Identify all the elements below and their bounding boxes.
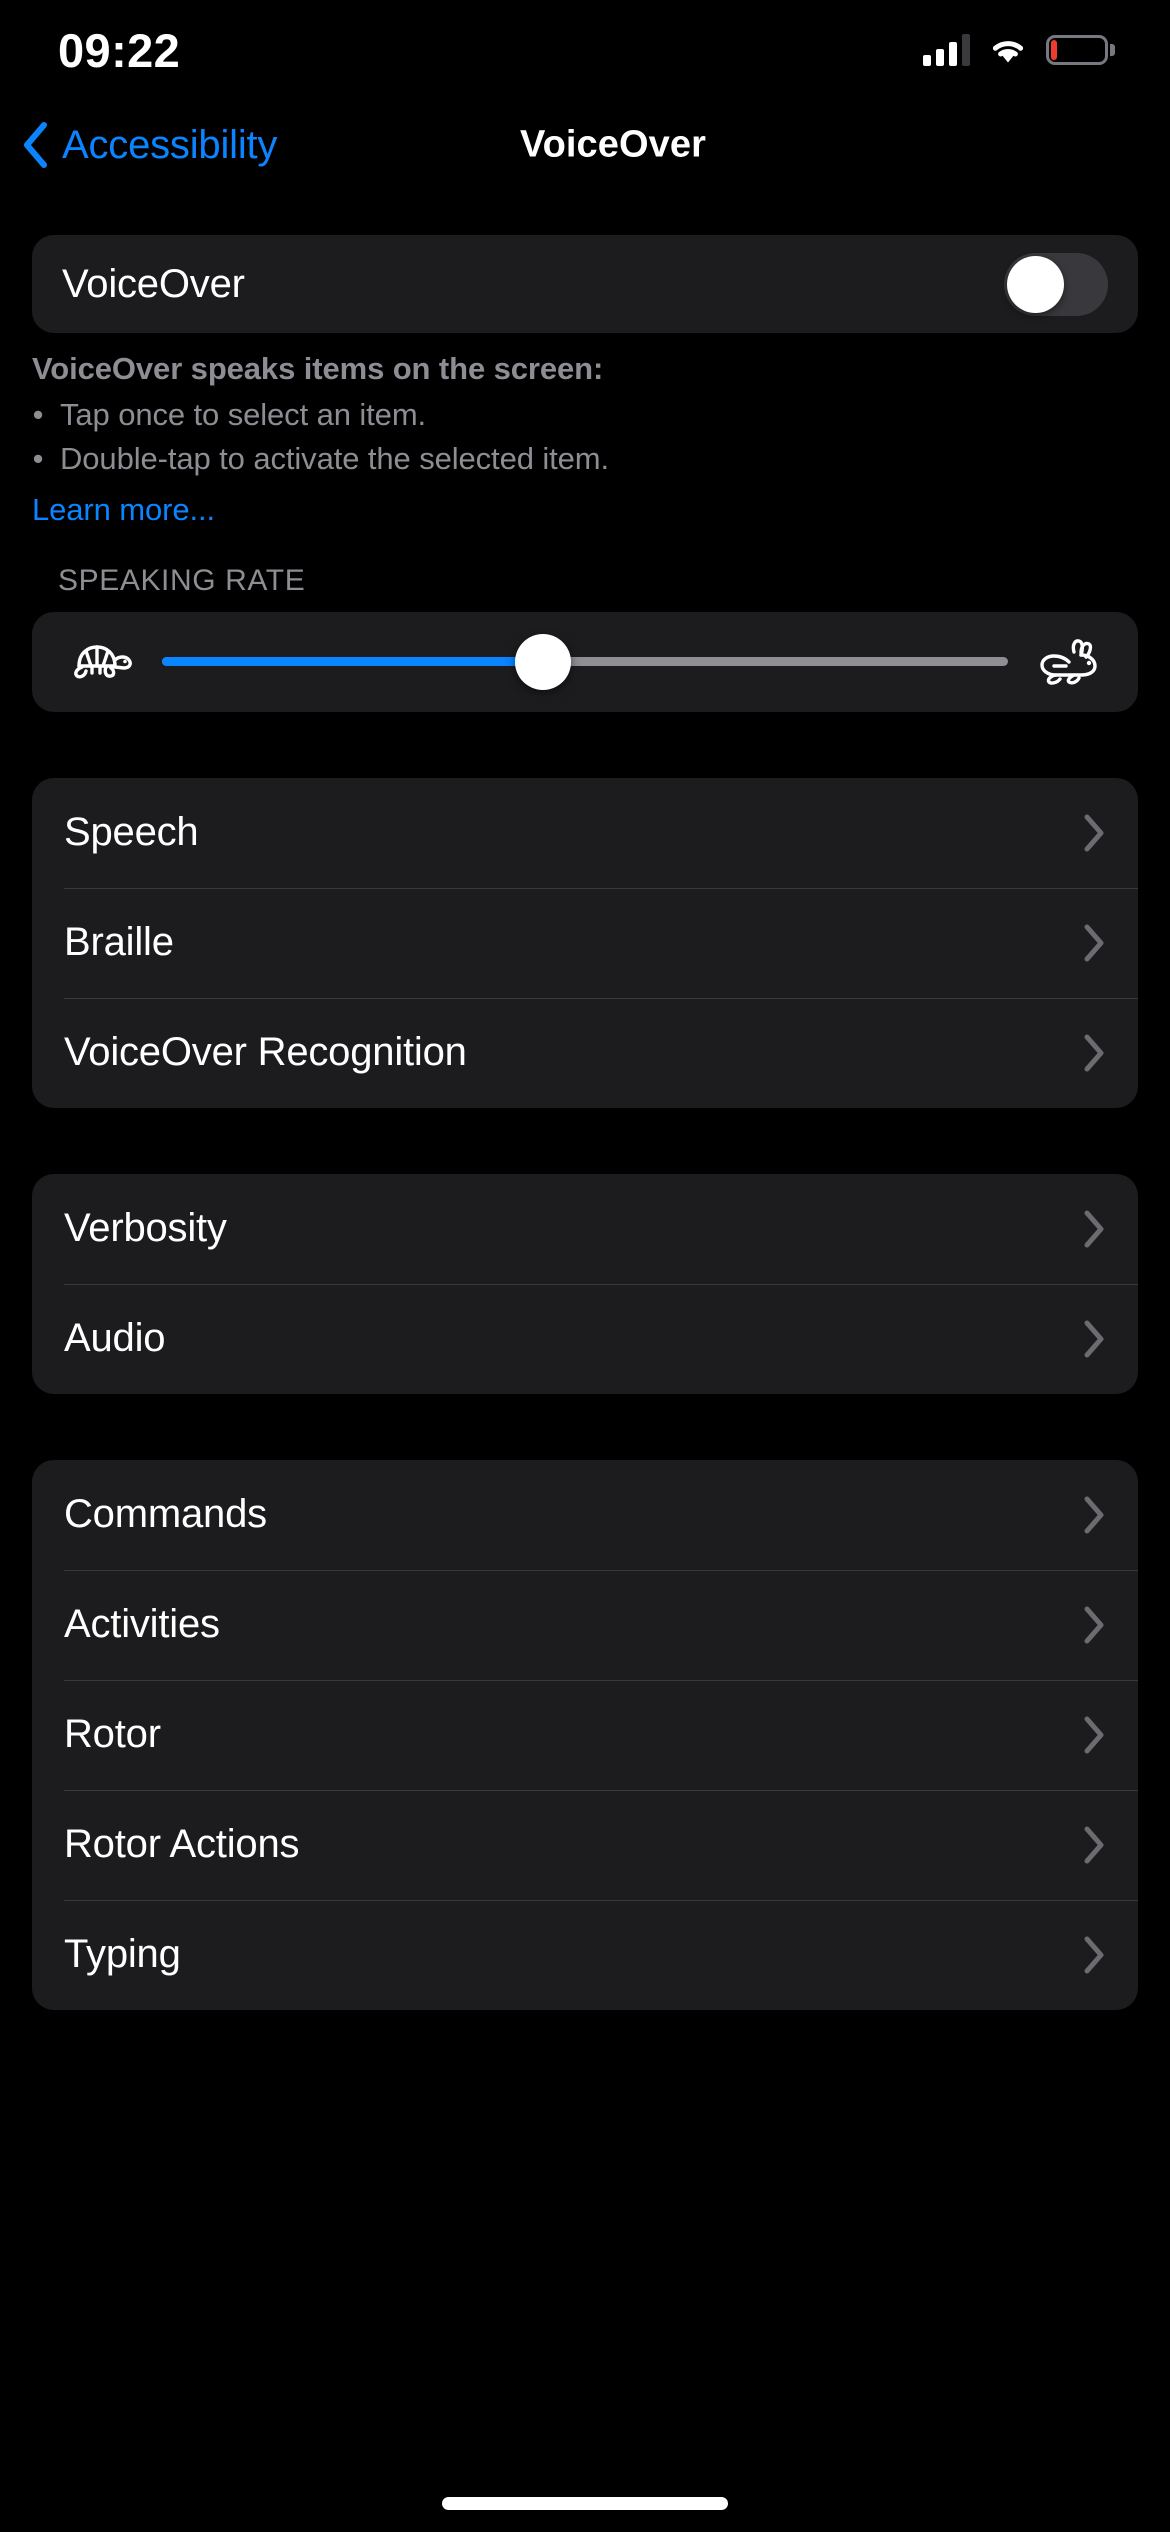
chevron-right-icon	[1082, 1825, 1106, 1865]
cellular-signal-icon	[923, 34, 970, 66]
menu-row-label: Commands	[64, 1492, 267, 1537]
sidebar-item-activities[interactable]: Activities	[32, 1569, 1138, 1680]
bullet-dot: •	[32, 397, 44, 433]
slider-fill	[162, 657, 543, 667]
menu-row-label: VoiceOver Recognition	[64, 1030, 467, 1075]
chevron-right-icon	[1082, 1033, 1106, 1073]
menu-row-label: Audio	[64, 1316, 166, 1361]
menu-row-label: Speech	[64, 810, 199, 855]
speaking-rate-slider-row	[32, 612, 1138, 712]
status-bar-indicators	[923, 34, 1115, 66]
menu-row-label: Braille	[64, 920, 174, 965]
voiceover-toggle-card: VoiceOver	[32, 235, 1138, 333]
menu-row-label: Activities	[64, 1602, 220, 1647]
settings-group-1: Speech Braille VoiceOver Recognition	[0, 777, 1170, 1108]
page-title: VoiceOver	[519, 123, 707, 166]
speaking-rate-slider[interactable]	[162, 633, 1008, 690]
learn-more-link[interactable]: Learn more...	[32, 492, 215, 528]
chevron-right-icon	[1082, 1209, 1106, 1249]
bullet-text: Tap once to select an item.	[60, 397, 427, 433]
sidebar-item-verbosity[interactable]: Verbosity	[32, 1174, 1138, 1284]
description-bullets: • Tap once to select an item. • Double-t…	[32, 393, 1140, 482]
sidebar-item-braille[interactable]: Braille	[32, 887, 1138, 998]
sidebar-item-commands[interactable]: Commands	[32, 1460, 1138, 1570]
voiceover-toggle-label: VoiceOver	[62, 261, 245, 306]
chevron-right-icon	[1082, 1715, 1106, 1755]
sidebar-item-speech[interactable]: Speech	[32, 778, 1138, 888]
list-item: • Double-tap to activate the selected it…	[32, 437, 1140, 481]
chevron-right-icon	[1082, 923, 1106, 963]
chevron-right-icon	[1082, 1319, 1106, 1359]
menu-row-label: Verbosity	[64, 1206, 227, 1251]
switch-knob	[1007, 255, 1064, 313]
description-title: VoiceOver speaks items on the screen:	[32, 351, 604, 386]
turtle-icon	[66, 634, 136, 690]
settings-content: VoiceOver VoiceOver speaks items on the …	[0, 190, 1170, 2532]
battery-fill	[1051, 40, 1058, 60]
sidebar-item-audio[interactable]: Audio	[32, 1283, 1138, 1394]
slider-thumb[interactable]	[514, 633, 571, 690]
chevron-right-icon	[1082, 1605, 1106, 1645]
settings-group-2: Verbosity Audio	[0, 1173, 1170, 1394]
navigation-bar: Accessibility VoiceOver	[0, 100, 1170, 190]
menu-card: Commands Activities Rotor Rotor Actions …	[32, 1459, 1138, 2010]
sidebar-item-rotor[interactable]: Rotor	[32, 1679, 1138, 1790]
status-bar-time: 09:22	[58, 23, 181, 77]
list-item: • Tap once to select an item.	[32, 393, 1140, 437]
bullet-dot: •	[32, 441, 44, 477]
speaking-rate-card	[32, 611, 1138, 712]
rabbit-icon	[1034, 634, 1104, 690]
sidebar-item-rotor-actions[interactable]: Rotor Actions	[32, 1789, 1138, 1900]
status-bar: 09:22	[0, 0, 1170, 100]
bullet-text: Double-tap to activate the selected item…	[60, 441, 610, 477]
chevron-right-icon	[1082, 813, 1106, 853]
battery-low-icon	[1046, 35, 1115, 65]
settings-group-3: Commands Activities Rotor Rotor Actions …	[0, 1459, 1170, 2010]
chevron-right-icon	[1082, 1935, 1106, 1975]
voiceover-switch[interactable]	[1004, 252, 1108, 316]
voiceover-toggle-row[interactable]: VoiceOver	[32, 235, 1138, 333]
chevron-right-icon	[1082, 1495, 1106, 1535]
menu-row-label: Rotor	[64, 1712, 161, 1757]
menu-row-label: Typing	[64, 1932, 181, 1977]
sidebar-item-typing[interactable]: Typing	[32, 1899, 1138, 2010]
sidebar-item-voiceover-recognition[interactable]: VoiceOver Recognition	[32, 997, 1138, 1108]
speaking-rate-header: SPEAKING RATE	[58, 563, 306, 597]
voiceover-description: VoiceOver speaks items on the screen: • …	[0, 333, 1170, 528]
menu-card: Verbosity Audio	[32, 1173, 1138, 1394]
voiceover-settings-screen: 09:22 Accessibility VoiceOver VoiceOver …	[0, 0, 1170, 2532]
wifi-icon	[988, 35, 1028, 65]
menu-card: Speech Braille VoiceOver Recognition	[32, 777, 1138, 1108]
menu-row-label: Rotor Actions	[64, 1822, 300, 1867]
home-indicator	[442, 2497, 728, 2510]
